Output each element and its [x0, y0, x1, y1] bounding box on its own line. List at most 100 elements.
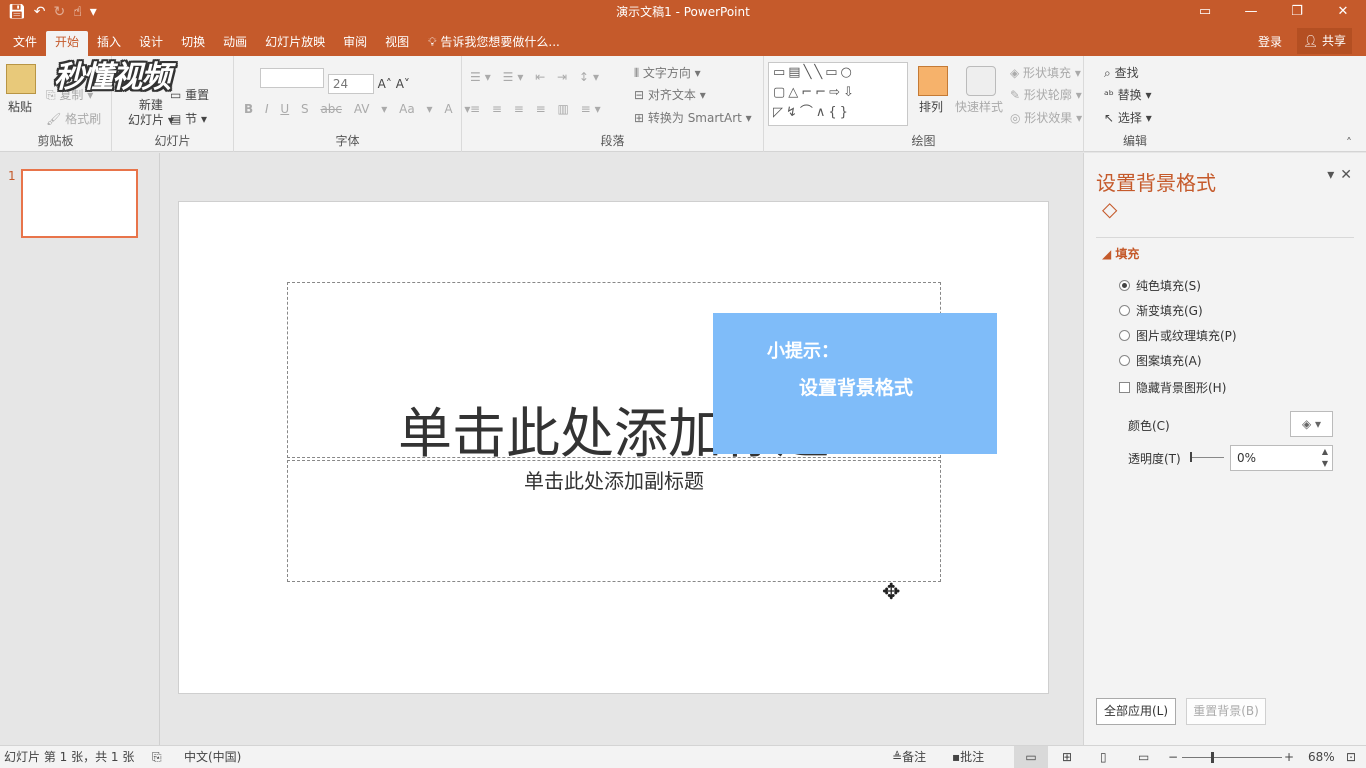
quick-styles-button[interactable]: 快速样式: [955, 98, 1003, 115]
fill-bucket-icon[interactable]: ◇: [1102, 197, 1117, 221]
font-group-label: 字体: [335, 134, 360, 148]
pane-close-icon[interactable]: ✕: [1340, 167, 1358, 183]
fit-slide-icon[interactable]: ⊡: [1346, 746, 1356, 768]
smartart-button[interactable]: ⊞ 转换为 SmartArt ▾: [634, 109, 752, 126]
zoom-in-button[interactable]: +: [1284, 746, 1294, 768]
slide-thumbnail[interactable]: [21, 169, 138, 238]
notes-label: 备注: [902, 750, 927, 764]
grow-font-button[interactable]: A˄: [378, 77, 392, 91]
language-indicator[interactable]: 中文(中国): [184, 746, 241, 768]
share-button[interactable]: 👤︎ 共享: [1296, 28, 1352, 54]
undo-icon[interactable]: ↶: [34, 2, 46, 22]
ribbon: 粘贴 ⎘ 复制 ▾ 🖌︎ 格式刷 剪贴板 新建 幻灯片 ▾ ▭ 重置 ▤ 节 ▾…: [0, 56, 1366, 152]
align-buttons[interactable]: ≡ ≡ ≡ ≡ ▥ ≡▾: [470, 102, 605, 116]
reading-view-button[interactable]: ▯: [1100, 746, 1107, 768]
picture-fill-radio[interactable]: [1119, 330, 1130, 341]
text-direction-button[interactable]: ⫴ 文字方向 ▾: [634, 64, 701, 81]
picture-fill-label: 图片或纹理填充(P): [1136, 329, 1237, 343]
text-direction-label: 文字方向 ▾: [642, 66, 701, 80]
signin-link[interactable]: 登录: [1258, 31, 1282, 53]
notes-button[interactable]: ≜ 备注: [892, 746, 926, 768]
ribbon-display-options-icon[interactable]: ▭: [1182, 0, 1228, 24]
shape-effects-button[interactable]: ◎ 形状效果 ▾: [1010, 109, 1082, 126]
subtitle-placeholder[interactable]: 单击此处添加副标题: [287, 460, 941, 582]
find-button[interactable]: ⌕ 查找: [1104, 64, 1139, 81]
fill-section-header[interactable]: ◢ 填充: [1102, 245, 1139, 262]
transparency-slider-knob[interactable]: [1190, 452, 1192, 462]
align-text-button[interactable]: ⊟ 对齐文本 ▾: [634, 86, 706, 103]
char-spacing-button[interactable]: AV ▾: [354, 102, 388, 116]
pattern-fill-radio[interactable]: [1119, 355, 1130, 366]
gradient-fill-option[interactable]: 渐变填充(G): [1119, 302, 1203, 319]
change-case-button[interactable]: Aa ▾: [399, 102, 432, 116]
paste-icon[interactable]: [6, 64, 36, 94]
gradient-fill-radio[interactable]: [1119, 305, 1130, 316]
reset-background-button[interactable]: 重置背景(B): [1186, 698, 1266, 725]
transparency-input[interactable]: 0% ▲ ▼: [1230, 445, 1333, 471]
transparency-slider[interactable]: [1190, 457, 1224, 458]
shape-fill-label: 形状填充 ▾: [1023, 66, 1081, 80]
zoom-out-button[interactable]: −: [1168, 746, 1178, 768]
underline-button[interactable]: U: [280, 102, 289, 116]
zoom-slider-knob[interactable]: [1211, 752, 1214, 763]
slide-sorter-button[interactable]: ⊞: [1062, 746, 1072, 768]
bold-button[interactable]: B: [244, 102, 253, 116]
tab-transitions[interactable]: 切换: [172, 31, 214, 56]
shrink-font-button[interactable]: A˅: [396, 77, 410, 91]
shape-fill-button[interactable]: ◈ 形状填充 ▾: [1010, 64, 1081, 81]
color-picker-button[interactable]: ◈ ▾: [1290, 411, 1333, 437]
italic-button[interactable]: I: [265, 102, 269, 116]
normal-view-button[interactable]: ▭: [1014, 746, 1048, 768]
arrange-icon[interactable]: [918, 66, 948, 96]
format-painter-button[interactable]: 🖌︎ 格式刷: [46, 110, 101, 127]
apply-to-all-button[interactable]: 全部应用(L): [1096, 698, 1176, 725]
tab-file[interactable]: 文件: [4, 31, 46, 56]
redo-icon[interactable]: ↻: [54, 2, 66, 22]
list-buttons[interactable]: ☰▾ ☰▾ ⇤ ⇥ ↕▾: [470, 70, 603, 84]
hide-bg-graphics-checkbox[interactable]: [1119, 382, 1130, 393]
new-slide-button[interactable]: 新建 幻灯片 ▾: [128, 98, 174, 128]
tell-me-box[interactable]: 💡︎ 告诉我您想要做什么...: [428, 31, 560, 56]
zoom-level[interactable]: 68%: [1308, 746, 1335, 768]
tab-animations[interactable]: 动画: [214, 31, 256, 56]
solid-fill-option[interactable]: 纯色填充(S): [1119, 277, 1201, 294]
zoom-slider[interactable]: [1182, 757, 1282, 758]
customize-qat-button[interactable]: ▾: [90, 2, 97, 22]
reset-button[interactable]: ▭ 重置: [170, 86, 209, 103]
shadow-button[interactable]: S: [301, 102, 309, 116]
close-icon[interactable]: ✕: [1320, 0, 1366, 24]
touch-mode-icon[interactable]: ☝︎: [73, 2, 82, 22]
font-name-row: 24 A˄ A˅: [260, 68, 410, 94]
paste-button[interactable]: 粘贴: [8, 98, 32, 115]
transparency-spinner[interactable]: ▲ ▼: [1322, 446, 1328, 470]
strikethrough-button[interactable]: abc: [320, 102, 342, 116]
solid-fill-radio[interactable]: [1119, 280, 1130, 291]
font-size-dropdown[interactable]: 24: [327, 74, 374, 94]
pattern-fill-label: 图案填充(A): [1136, 354, 1202, 368]
select-button[interactable]: ↖ 选择 ▾: [1104, 109, 1152, 126]
quick-styles-icon[interactable]: [966, 66, 996, 96]
picture-fill-option[interactable]: 图片或纹理填充(P): [1119, 327, 1237, 344]
gradient-fill-label: 渐变填充(G): [1136, 304, 1203, 318]
collapse-ribbon-icon[interactable]: ˄: [1346, 136, 1352, 150]
shapes-gallery[interactable]: ▭▤╲╲▭○ ▢△⌐⌐⇨⇩ ◸↯⌒∧{}: [768, 62, 908, 126]
minimize-icon[interactable]: —: [1228, 0, 1274, 24]
replace-button[interactable]: ᵃᵇ 替换 ▾: [1104, 86, 1152, 103]
tab-slideshow[interactable]: 幻灯片放映: [256, 31, 334, 56]
pane-options-icon[interactable]: ▾: [1327, 167, 1340, 183]
spell-check-icon[interactable]: ⎘: [152, 746, 162, 768]
hide-bg-graphics-option[interactable]: 隐藏背景图形(H): [1119, 379, 1226, 396]
font-name-dropdown[interactable]: [260, 68, 324, 88]
shape-outline-button[interactable]: ✎ 形状轮廓 ▾: [1010, 86, 1082, 103]
window-title: 演示文稿1 - PowerPoint: [616, 5, 750, 19]
title-bar: 💾︎ ↶ ↻ ☝︎ ▾ 演示文稿1 - PowerPoint ▭ — ❐ ✕: [0, 0, 1366, 24]
section-button[interactable]: ▤ 节 ▾: [170, 110, 207, 127]
slideshow-button[interactable]: ▭: [1138, 746, 1149, 768]
comments-button[interactable]: ▪ 批注: [952, 746, 984, 768]
save-icon[interactable]: 💾︎: [8, 2, 26, 22]
tab-view[interactable]: 视图: [376, 31, 418, 56]
restore-icon[interactable]: ❐: [1274, 0, 1320, 24]
pattern-fill-option[interactable]: 图案填充(A): [1119, 352, 1202, 369]
arrange-button[interactable]: 排列: [919, 98, 943, 115]
tab-review[interactable]: 审阅: [334, 31, 376, 56]
